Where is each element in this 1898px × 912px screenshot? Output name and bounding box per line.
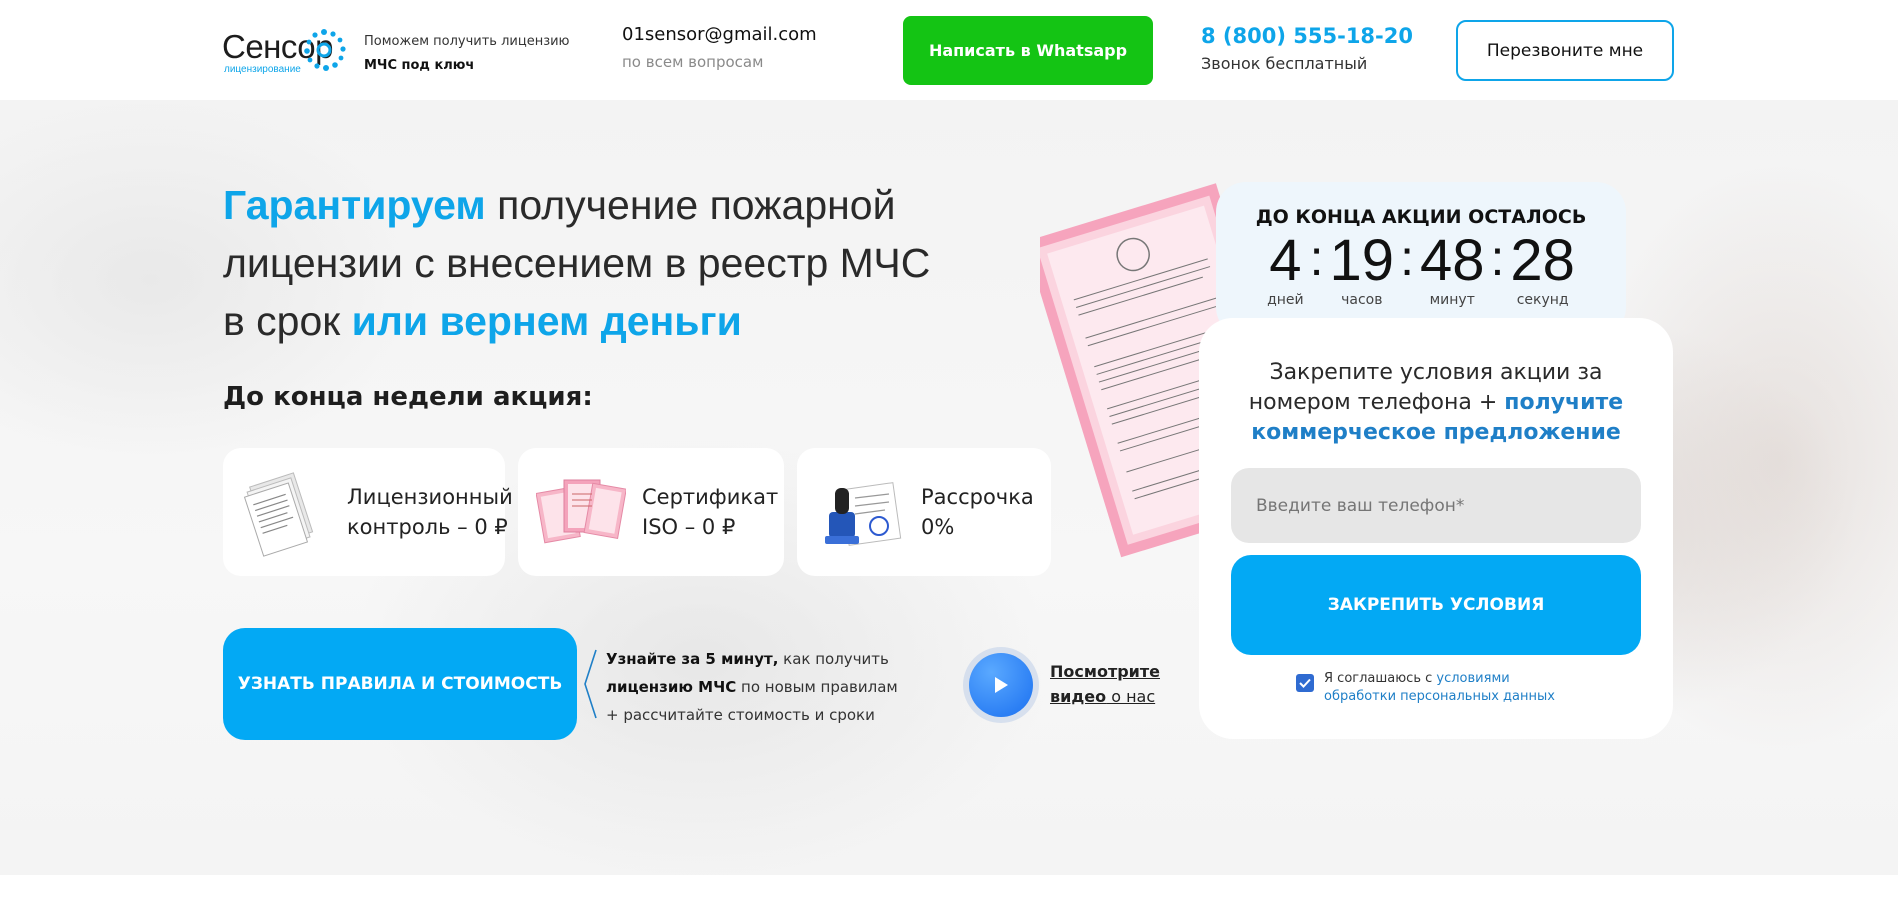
promo-card-text: Сертификат ISO – 0 ₽ — [642, 482, 778, 542]
timer-minutes-value: 48 — [1419, 228, 1485, 293]
logo[interactable]: Сенсор лицензирование — [222, 28, 354, 78]
checkmark-icon — [1299, 678, 1311, 688]
email-link[interactable]: 01sensor@gmail.com — [622, 24, 817, 45]
lead-form: Закрепите условия акции за номером телеф… — [1199, 318, 1673, 739]
site-header: Сенсор лицензирование Поможем получить л… — [0, 0, 1898, 100]
phone-block: 8 (800) 555-18-20 Звонок бесплатный — [1201, 24, 1413, 73]
submit-conditions-button[interactable]: ЗАКРЕПИТЬ УСЛОВИЯ — [1231, 555, 1641, 655]
consent-text: Я соглашаюсь с условиями обработки персо… — [1324, 670, 1584, 706]
timer-days-label: дней — [1267, 292, 1304, 308]
watch-video-link[interactable]: Посмотрите видео о нас — [1050, 659, 1160, 709]
timer-separator: : — [1309, 230, 1324, 286]
promo-card-license-control: Лицензионный контроль – 0 ₽ — [223, 448, 513, 576]
rules-note-text1: как получить — [778, 650, 889, 668]
rules-note-bold1: Узнайте за 5 минут, — [606, 650, 779, 668]
timer-days-value: 4 — [1269, 228, 1302, 293]
headline-text-3: в срок — [223, 298, 352, 344]
timer-row: 4 дней : 19 часов : 48 минут : 28 секунд — [1216, 228, 1626, 309]
callback-button[interactable]: Перезвоните мне — [1456, 20, 1674, 81]
timer-seconds-label: секунд — [1516, 292, 1569, 308]
play-video-button[interactable] — [963, 647, 1039, 723]
promo-card-installment: Рассрочка 0% — [797, 448, 1051, 576]
form-description: Закрепите условия акции за номером телеф… — [1219, 358, 1653, 448]
headline-accent-refund: или вернем деньги — [351, 298, 742, 344]
timer-separator: : — [1490, 230, 1505, 286]
bracket-icon — [584, 649, 597, 719]
timer-seconds-value: 28 — [1510, 228, 1575, 293]
timer-hours-value: 19 — [1329, 228, 1395, 293]
timer-minutes-label: минут — [1429, 292, 1475, 308]
tagline-line2: МЧС под ключ — [364, 58, 475, 73]
play-icon — [969, 653, 1033, 717]
rules-note: Узнайте за 5 минут, как получить лицензи… — [606, 645, 898, 729]
consent-plain: Я соглашаюсь с — [1324, 671, 1437, 686]
promo-card-iso: Сертификат ISO – 0 ₽ — [518, 448, 784, 576]
card-line2: ISO – 0 ₽ — [642, 515, 736, 539]
timer-hours-label: часов — [1341, 292, 1383, 308]
headline-text-1: получение пожарной — [485, 182, 896, 228]
timer-title: ДО КОНЦА АКЦИИ ОСТАЛОСЬ — [1255, 206, 1587, 228]
card-line2: контроль – 0 ₽ — [347, 515, 508, 539]
countdown-timer: ДО КОНЦА АКЦИИ ОСТАЛОСЬ 4 дней : 19 часо… — [1216, 182, 1626, 337]
logo-dots-icon — [304, 29, 346, 71]
consent-checkbox[interactable] — [1296, 674, 1314, 692]
card-line1: Лицензионный — [347, 485, 513, 509]
phone-note: Звонок бесплатный — [1201, 54, 1368, 73]
headline-text-2: лицензии с внесением в реестр МЧС — [223, 240, 931, 286]
promo-subhead: До конца недели акция: — [223, 382, 593, 412]
timer-seconds: 28 секунд — [1510, 228, 1575, 309]
promo-card-text: Рассрочка 0% — [921, 482, 1034, 542]
rules-note-line3: + рассчитайте стоимость и сроки — [606, 706, 875, 724]
video-link-line1: Посмотрите — [1050, 662, 1160, 681]
headline-accent-guarantee: Гарантируем — [223, 182, 486, 228]
timer-minutes: 48 минут — [1419, 228, 1485, 309]
card-line1: Сертификат — [642, 485, 779, 509]
consent-row: Я соглашаюсь с условиями обработки персо… — [1296, 670, 1584, 706]
certificates-icon — [535, 464, 627, 560]
card-line1: Рассрочка — [921, 485, 1034, 509]
hero-headline: Гарантируем получение пожарной лицензии … — [223, 176, 983, 350]
phone-input[interactable] — [1231, 468, 1641, 543]
phone-link[interactable]: 8 (800) 555-18-20 — [1201, 24, 1413, 48]
stamp-icon — [815, 464, 902, 560]
rules-note-bold2: лицензию МЧС — [606, 678, 737, 696]
email-note: по всем вопросам — [622, 53, 764, 71]
video-link-tail: о нас — [1106, 687, 1156, 706]
timer-hours: 19 часов — [1329, 228, 1395, 309]
header-tagline: Поможем получить лицензию МЧС под ключ — [364, 30, 570, 78]
whatsapp-button[interactable]: Написать в Whatsapp — [903, 16, 1153, 85]
learn-rules-button[interactable]: УЗНАТЬ ПРАВИЛА И СТОИМОСТЬ — [223, 628, 577, 740]
tagline-line1: Поможем получить лицензию — [364, 34, 570, 49]
timer-separator: : — [1400, 230, 1414, 286]
section-divider — [0, 875, 1898, 912]
video-link-word: видео — [1050, 687, 1107, 706]
logo-subtext: лицензирование — [224, 64, 301, 75]
document-stack-icon — [241, 464, 325, 560]
rules-note-text2: по новым правилам — [736, 678, 898, 696]
card-line2: 0% — [921, 515, 955, 539]
email-block: 01sensor@gmail.com по всем вопросам — [622, 24, 817, 71]
timer-days: 4 дней — [1267, 228, 1304, 309]
promo-card-text: Лицензионный контроль – 0 ₽ — [347, 482, 513, 542]
